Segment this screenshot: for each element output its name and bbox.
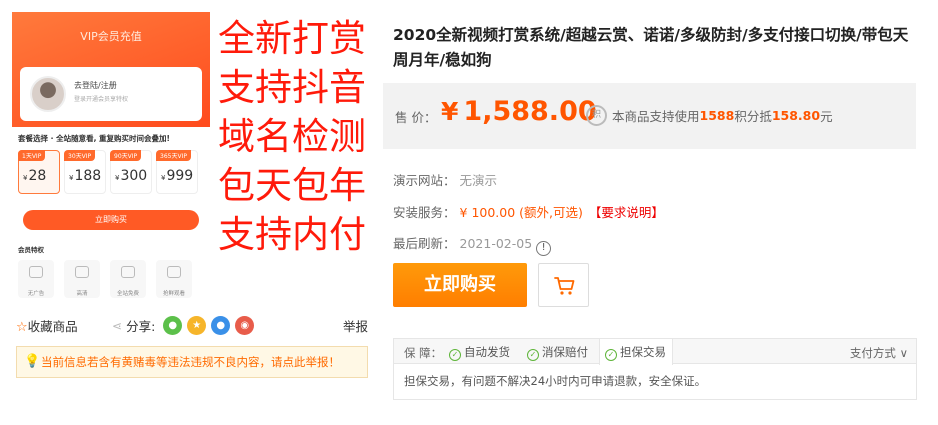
check-icon: ✓ <box>527 349 539 361</box>
install-label: 安装服务： <box>393 205 456 220</box>
package-title: 套餐选择 · 全站随意看, 重复购买时间会叠加! <box>18 134 170 143</box>
perk-title: 会员特权 <box>18 246 44 254</box>
hd-icon <box>75 266 89 278</box>
package-price: ¥28 <box>23 168 47 184</box>
promo-line: 域名检测 <box>218 115 366 158</box>
refresh-value: 2021-02-05 <box>459 236 533 251</box>
add-to-cart-button[interactable] <box>538 263 589 307</box>
install-value: ¥ 100.00 (额外,可选) <box>459 205 583 220</box>
favorite-label: 收藏商品 <box>27 319 78 334</box>
cart-icon <box>554 277 575 295</box>
package-price: ¥999 <box>161 168 194 184</box>
qq-icon[interactable]: ● <box>211 316 231 335</box>
tab-escrow[interactable]: ✓ 担保交易 <box>599 339 673 365</box>
demo-row: 演示网站： 无演示 <box>393 170 497 189</box>
preview-icon <box>167 266 181 278</box>
perk-item: 全站免费 <box>110 260 146 298</box>
promo-text: 全新打赏 支持抖音 域名检测 包天包年 支持内付 <box>218 14 368 259</box>
promo-line: 全新打赏 <box>218 17 366 60</box>
package-tag: 90天VIP <box>110 150 142 161</box>
promo-line: 包天包年 <box>218 164 366 207</box>
notice-text: 当前信息若含有黄赌毒等违法违规不良内容，请点此举报！ <box>41 355 340 369</box>
perk-list: 无广告 高清 全站免费 抢鲜观看 <box>18 260 204 298</box>
package-list: 1天VIP ¥28 30天VIP ¥188 90天VIP ¥300 365天VI… <box>18 150 204 194</box>
buy-now-button[interactable]: 立即购买 <box>393 263 527 307</box>
vip-title: VIP会员充值 <box>80 30 142 43</box>
guarantee-label: 保 障： <box>404 346 443 360</box>
guarantee-text: 担保交易，有问题不解决24小时内可申请退款，安全保证。 <box>404 374 707 388</box>
vip-body: 套餐选择 · 全站随意看, 重复购买时间会叠加! 1天VIP ¥28 30天VI… <box>12 127 210 304</box>
guarantee-panel: 保 障： ✓ 自动发货 ✓ 消保赔付 ✓ 担保交易 支付方式 ∨ 担保交易，有问题不解… <box>393 338 917 400</box>
refresh-row: 最后刷新： 2021-02-05! <box>393 233 552 256</box>
weibo-icon[interactable]: ◉ <box>235 316 255 335</box>
info-icon[interactable]: ! <box>536 241 552 256</box>
favorite-button[interactable]: ☆收藏商品 <box>16 316 78 335</box>
guarantee-tabs: 保 障： ✓ 自动发货 ✓ 消保赔付 ✓ 担保交易 支付方式 ∨ <box>394 339 916 365</box>
product-title: 2020全新视频打赏系统/超越云赏、诺诺/多级防封/多支付接口切换/带包天周月年… <box>393 26 909 69</box>
phone-buy-button: 立即购买 <box>23 210 199 230</box>
check-icon: ✓ <box>449 349 461 361</box>
promo-line: 支持抖音 <box>218 66 366 109</box>
refresh-label: 最后刷新： <box>393 236 456 251</box>
report-notice[interactable]: 💡 当前信息若含有黄赌毒等违法违规不良内容，请点此举报！ <box>16 346 368 378</box>
price-label: 售 价： <box>395 110 437 125</box>
check-icon: ✓ <box>605 349 617 361</box>
share-icon: ⋖ <box>112 318 123 333</box>
free-icon <box>121 266 135 278</box>
avatar <box>30 76 66 112</box>
package-price: ¥188 <box>69 168 102 184</box>
perk-item: 抢鲜观看 <box>156 260 192 298</box>
wechat-icon[interactable]: ● <box>163 316 183 335</box>
package-tag: 365天VIP <box>156 150 191 161</box>
vip-header: VIP会员充值 去登陆/注册 登录开通会员享特权 <box>12 12 210 127</box>
package-option: 90天VIP ¥300 <box>110 150 152 194</box>
price-value: ¥1,588.00 <box>441 96 597 127</box>
price-box: 售 价： ¥1,588.00 积 本商品支持使用 1588 积分抵 158.80 元 <box>383 83 916 149</box>
star-icon: ☆ <box>16 320 28 335</box>
points-icon: 积 <box>586 105 607 126</box>
chevron-down-icon: ∨ <box>895 346 908 360</box>
product-actions: ☆收藏商品 ⋖ 分享: ● ★ ● ◉ 举报 <box>16 314 368 335</box>
user-name: 去登陆/注册 <box>74 81 117 90</box>
install-row: 安装服务： ¥ 100.00 (额外,可选) 【要求说明】 <box>393 202 664 221</box>
points-info: 积 本商品支持使用 1588 积分抵 158.80 元 <box>586 105 833 126</box>
phone-screenshot: VIP会员充值 去登陆/注册 登录开通会员享特权 套餐选择 · 全站随意看, 重… <box>12 12 210 304</box>
package-option: 365天VIP ¥999 <box>156 150 198 194</box>
share-label: 分享: <box>126 319 156 334</box>
share-bar: ⋖ 分享: ● ★ ● ◉ <box>112 316 255 335</box>
package-tag: 30天VIP <box>64 150 96 161</box>
package-tag: 1天VIP <box>18 150 46 161</box>
tab-compensation[interactable]: ✓ 消保赔付 <box>527 344 588 361</box>
tab-auto-delivery[interactable]: ✓ 自动发货 <box>449 344 510 361</box>
demo-value: 无演示 <box>459 173 498 188</box>
lightbulb-icon: 💡 <box>24 354 41 369</box>
package-option: 1天VIP ¥28 <box>18 150 60 194</box>
product-image[interactable]: VIP会员充值 去登陆/注册 登录开通会员享特权 套餐选择 · 全站随意看, 重… <box>12 12 370 304</box>
user-subtitle: 登录开通会员享特权 <box>74 96 129 103</box>
report-link[interactable]: 举报 <box>343 316 368 335</box>
perk-item: 无广告 <box>18 260 54 298</box>
requirements-link[interactable]: 【要求说明】 <box>589 205 664 220</box>
qzone-icon[interactable]: ★ <box>187 316 207 335</box>
promo-line: 支持内付 <box>218 213 366 256</box>
package-option: 30天VIP ¥188 <box>64 150 106 194</box>
demo-label: 演示网站： <box>393 173 456 188</box>
package-price: ¥300 <box>115 168 148 184</box>
perk-item: 高清 <box>64 260 100 298</box>
payment-methods-dropdown[interactable]: 支付方式 ∨ <box>850 345 908 361</box>
no-ads-icon <box>29 266 43 278</box>
user-card: 去登陆/注册 登录开通会员享特权 <box>20 67 202 121</box>
